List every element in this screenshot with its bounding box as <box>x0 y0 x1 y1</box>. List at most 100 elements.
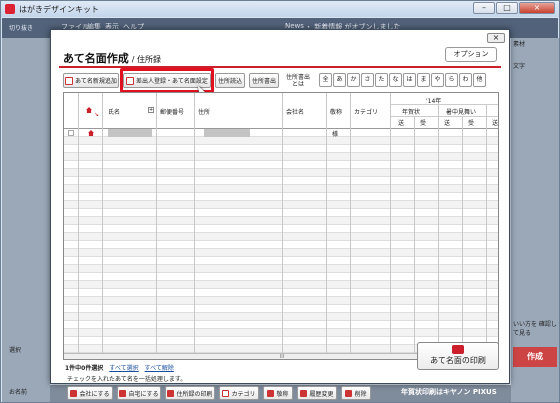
bg-left-item-name[interactable]: お名前 <box>9 387 27 396</box>
deselect-all-link[interactable]: すべて解除 <box>145 365 174 372</box>
new-address-label: あて名新規追加 <box>75 78 117 85</box>
kana-filter-wa[interactable]: わ <box>459 73 472 87</box>
dialog-subtitle: / 住所録 <box>131 55 162 64</box>
kana-filter-ra[interactable]: ら <box>445 73 458 87</box>
selection-summary: 1件中0件選択 すべて選択 すべて解除 <box>65 363 174 372</box>
export-address-button[interactable]: 住所書出 <box>249 73 279 88</box>
selection-count: 1件中0件選択 <box>65 365 104 372</box>
nenga-recv-header[interactable]: 受 <box>420 118 426 127</box>
honorific-icon <box>267 389 275 397</box>
dialog-close-button[interactable]: × <box>487 33 505 43</box>
header-divider <box>390 116 498 117</box>
kana-filter-all[interactable]: 全 <box>319 73 332 87</box>
list-icon <box>167 389 175 397</box>
bg-right-item-text[interactable]: 文字 <box>513 61 557 70</box>
col-honorific-header[interactable]: 敬称 <box>330 107 342 116</box>
row-checkbox[interactable] <box>68 130 74 136</box>
column-divider <box>282 93 283 359</box>
kana-filter-ma[interactable]: ま <box>417 73 430 87</box>
category-label: カテゴリ <box>231 390 256 398</box>
new-address-button[interactable]: あて名新規追加 <box>63 73 119 88</box>
header-divider <box>390 104 498 105</box>
history-change-label: 履歴変更 <box>309 390 334 398</box>
honorific-label: 敬称 <box>276 390 289 398</box>
nenga-group-header: 年賀状 <box>402 109 421 116</box>
new-card-icon <box>65 76 74 85</box>
window-close-button[interactable]: × <box>519 2 555 14</box>
history-change-button[interactable]: 履歴変更 <box>297 386 337 400</box>
bg-ad-banner[interactable]: 年賀状印刷はキヤノン PIXUS <box>401 387 497 397</box>
window-controls: – □ × <box>473 2 555 14</box>
bg-right-item-tip[interactable]: いい方を 確認して見る <box>513 319 557 337</box>
options-button[interactable]: オプション <box>445 47 497 62</box>
kana-filter-sa[interactable]: さ <box>361 73 374 87</box>
column-divider <box>438 104 439 359</box>
col-company-header[interactable]: 会社名 <box>286 107 304 116</box>
delete-button[interactable]: 削除 <box>341 386 371 400</box>
address-cell[interactable] <box>204 129 250 137</box>
kana-filter-na[interactable]: な <box>389 73 402 87</box>
column-divider <box>102 93 103 359</box>
select-all-link[interactable]: すべて選択 <box>109 365 138 372</box>
column-divider <box>78 93 79 359</box>
col-name-header[interactable]: 氏名 <box>108 107 120 116</box>
home-icon <box>88 130 94 136</box>
home-icon <box>86 107 92 113</box>
address-dialog: × あて名面作成 / 住所録 オプション あて名新規追加 差出人登録・あて名面設… <box>50 29 510 400</box>
bg-left-item-cutout[interactable]: 切り抜き <box>9 23 33 32</box>
print-list-label: 住所録の印刷 <box>176 390 213 398</box>
make-home-button[interactable]: 自宅にする <box>117 386 161 400</box>
dialog-title: あて名面作成 / 住所録 <box>63 50 161 66</box>
col-zip-header[interactable]: 郵便番号 <box>160 107 184 116</box>
kana-filter-ta[interactable]: た <box>375 73 388 87</box>
address-table: ↘ 氏名 + 郵便番号 住所 会社名 敬称 カテゴリ '14年 年賀状 暑中見舞… <box>63 92 499 360</box>
company-icon <box>70 389 78 397</box>
col-address-header[interactable]: 住所 <box>198 107 210 116</box>
column-divider <box>390 93 391 359</box>
printer-icon <box>452 345 464 354</box>
column-divider <box>462 116 463 359</box>
import-address-button[interactable]: 住所読込 <box>215 73 245 88</box>
column-divider <box>486 104 487 359</box>
export-help-link[interactable]: 住所書出 とは <box>283 73 313 88</box>
bg-left-item-select[interactable]: 選択 <box>9 345 21 354</box>
shochu-send-header[interactable]: 送 <box>444 118 450 127</box>
name-sort-toggle-icon[interactable]: + <box>148 107 154 113</box>
sort-direction-icon[interactable]: ↘ <box>94 111 99 118</box>
kana-filter-other[interactable]: 他 <box>473 73 486 87</box>
title-divider <box>59 66 501 68</box>
kana-filter-ha[interactable]: は <box>403 73 416 87</box>
column-divider <box>326 93 327 359</box>
column-divider <box>350 93 351 359</box>
make-home-label: 自宅にする <box>128 390 159 398</box>
print-address-button[interactable]: あて名面の印刷 <box>417 342 499 370</box>
kana-filter-ka[interactable]: か <box>347 73 360 87</box>
print-address-label: あて名面の印刷 <box>430 356 486 365</box>
kana-filter-a[interactable]: あ <box>333 73 346 87</box>
kana-filter-ya[interactable]: や <box>431 73 444 87</box>
maximize-button[interactable]: □ <box>496 2 518 14</box>
column-divider <box>414 116 415 359</box>
extra-send-header[interactable]: 送 <box>492 118 498 127</box>
bg-create-button[interactable]: 作成 <box>513 347 557 367</box>
delete-label: 削除 <box>354 390 367 398</box>
make-company-button[interactable]: 会社にする <box>67 386 113 400</box>
make-company-label: 会社にする <box>79 390 110 398</box>
column-divider <box>194 93 195 359</box>
honorific-button[interactable]: 敬称 <box>263 386 293 400</box>
home-icon <box>119 389 127 397</box>
bg-right-item-material[interactable]: 素材 <box>513 39 557 48</box>
nenga-send-header[interactable]: 送 <box>398 118 404 127</box>
column-divider <box>156 93 157 359</box>
col-category-header[interactable]: カテゴリ <box>354 107 378 116</box>
shochu-recv-header[interactable]: 受 <box>468 118 474 127</box>
bulk-action-note: チェックを入れたあて名を一括処理します。 <box>67 376 187 383</box>
dialog-title-main: あて名面作成 <box>63 52 129 65</box>
settings-card-icon <box>126 76 135 85</box>
print-list-button[interactable]: 住所録の印刷 <box>165 386 215 400</box>
shochu-group-header: 暑中見舞い <box>446 109 477 116</box>
category-button[interactable]: カテゴリ <box>219 386 259 400</box>
sender-settings-label: 差出人登録・あて名面設定 <box>136 78 208 85</box>
minimize-button[interactable]: – <box>473 2 495 14</box>
name-cell[interactable] <box>108 129 152 137</box>
